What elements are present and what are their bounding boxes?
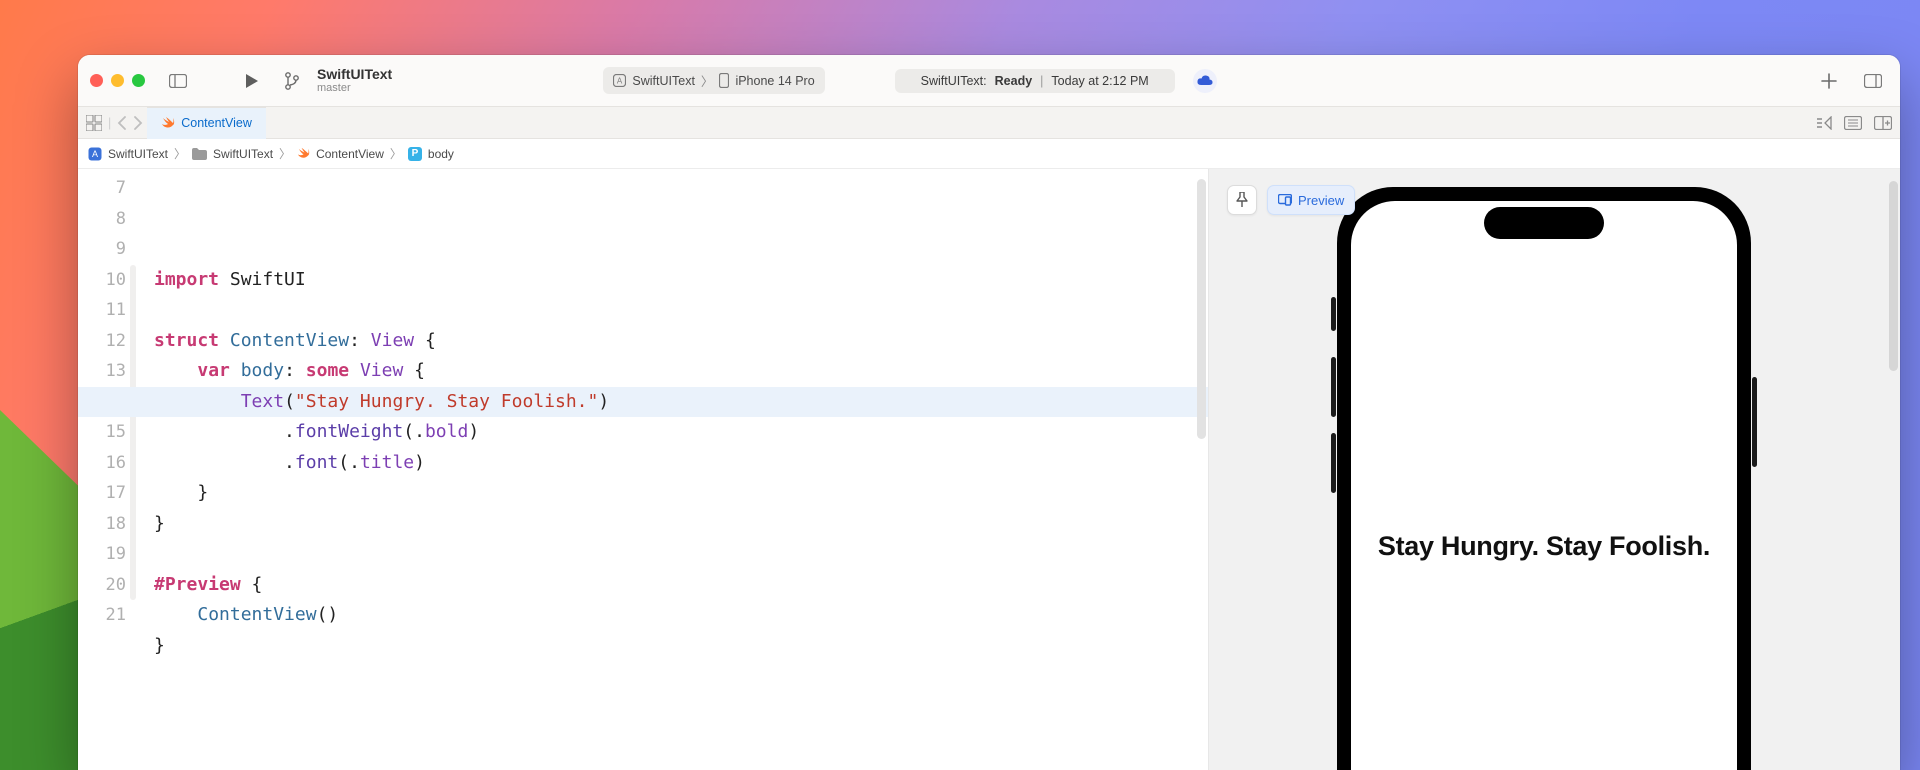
svg-text:A: A bbox=[92, 149, 98, 159]
scheme-separator: 〉 bbox=[701, 71, 714, 90]
add-button[interactable] bbox=[1814, 67, 1844, 95]
run-button[interactable] bbox=[237, 67, 267, 95]
activity-status: SwiftUIText: Ready | Today at 2:12 PM bbox=[895, 69, 1175, 93]
code-area[interactable]: import SwiftUI struct ContentView: View … bbox=[136, 169, 1208, 770]
pin-icon bbox=[1236, 192, 1248, 208]
adjust-editor-icon[interactable] bbox=[1844, 116, 1862, 130]
project-title: SwiftUIText master bbox=[317, 67, 392, 94]
file-tab-contentview[interactable]: ContentView bbox=[147, 107, 266, 139]
status-state: Ready bbox=[995, 74, 1033, 88]
breadcrumb-folder[interactable]: SwiftUIText bbox=[213, 147, 273, 161]
phone-volume-down bbox=[1331, 433, 1336, 493]
status-project: SwiftUIText: bbox=[921, 74, 987, 88]
phone-volume-up bbox=[1331, 357, 1336, 417]
cloud-status-icon[interactable] bbox=[1193, 69, 1217, 93]
breadcrumb-symbol[interactable]: body bbox=[428, 147, 454, 161]
minimize-window-button[interactable] bbox=[111, 74, 124, 87]
device-screen[interactable]: Stay Hungry. Stay Foolish. bbox=[1351, 201, 1737, 770]
branch-name: master bbox=[317, 82, 392, 94]
source-control-branch-icon[interactable] bbox=[277, 67, 307, 95]
phone-power-button bbox=[1752, 377, 1757, 467]
main-split: 7 8 9 10 11 12 13 14 15 16 17 18 19 20 2… bbox=[78, 169, 1900, 770]
preview-scrollbar[interactable] bbox=[1889, 181, 1898, 371]
preview-selector-button[interactable]: Preview bbox=[1267, 185, 1355, 215]
device-frame-iphone: Stay Hungry. Stay Foolish. bbox=[1337, 187, 1751, 770]
app-icon: A bbox=[613, 74, 626, 87]
titlebar: SwiftUIText master A SwiftUIText 〉 iPhon… bbox=[78, 55, 1900, 107]
editor-tabbar: | ContentView bbox=[78, 107, 1900, 139]
tab-filename: ContentView bbox=[181, 116, 252, 130]
preview-text: Stay Hungry. Stay Foolish. bbox=[1378, 531, 1710, 562]
phone-mute-switch bbox=[1331, 297, 1336, 331]
breadcrumb-app[interactable]: SwiftUIText bbox=[108, 147, 168, 161]
jump-bar[interactable]: A SwiftUIText 〉 SwiftUIText 〉 ContentVie… bbox=[78, 139, 1900, 169]
property-icon: P bbox=[408, 147, 422, 161]
swift-file-icon bbox=[297, 147, 310, 160]
pin-preview-button[interactable] bbox=[1227, 185, 1257, 215]
preview-button-label: Preview bbox=[1298, 193, 1344, 208]
back-button[interactable] bbox=[117, 116, 127, 130]
scheme-target: SwiftUIText bbox=[632, 74, 695, 88]
toggle-authors-icon[interactable] bbox=[1816, 116, 1832, 130]
window-controls bbox=[90, 74, 145, 87]
device-icon bbox=[719, 73, 729, 88]
line-gutter: 7 8 9 10 11 12 13 14 15 16 17 18 19 20 2… bbox=[78, 169, 136, 770]
code-content: import SwiftUI struct ContentView: View … bbox=[154, 234, 1208, 661]
folder-icon bbox=[192, 148, 207, 160]
related-items-icon[interactable] bbox=[86, 115, 102, 131]
zoom-window-button[interactable] bbox=[132, 74, 145, 87]
swift-file-icon bbox=[161, 116, 175, 130]
add-editor-icon[interactable] bbox=[1874, 116, 1892, 130]
forward-button[interactable] bbox=[133, 116, 143, 130]
project-name: SwiftUIText bbox=[317, 67, 392, 82]
toggle-navigator-button[interactable] bbox=[163, 67, 193, 95]
xcode-window: SwiftUIText master A SwiftUIText 〉 iPhon… bbox=[78, 55, 1900, 770]
scheme-device: iPhone 14 Pro bbox=[735, 74, 814, 88]
source-editor[interactable]: 7 8 9 10 11 12 13 14 15 16 17 18 19 20 2… bbox=[78, 169, 1208, 770]
preview-canvas-icon bbox=[1278, 194, 1292, 206]
status-time: Today at 2:12 PM bbox=[1051, 74, 1148, 88]
dynamic-island bbox=[1484, 207, 1604, 239]
breadcrumb-file[interactable]: ContentView bbox=[316, 147, 384, 161]
project-icon: A bbox=[88, 147, 102, 161]
close-window-button[interactable] bbox=[90, 74, 103, 87]
library-button[interactable] bbox=[1858, 67, 1888, 95]
scheme-selector[interactable]: A SwiftUIText 〉 iPhone 14 Pro bbox=[603, 67, 824, 94]
canvas-preview: Preview Stay Hungry. Stay Foolish. bbox=[1208, 169, 1900, 770]
svg-text:A: A bbox=[617, 77, 623, 86]
